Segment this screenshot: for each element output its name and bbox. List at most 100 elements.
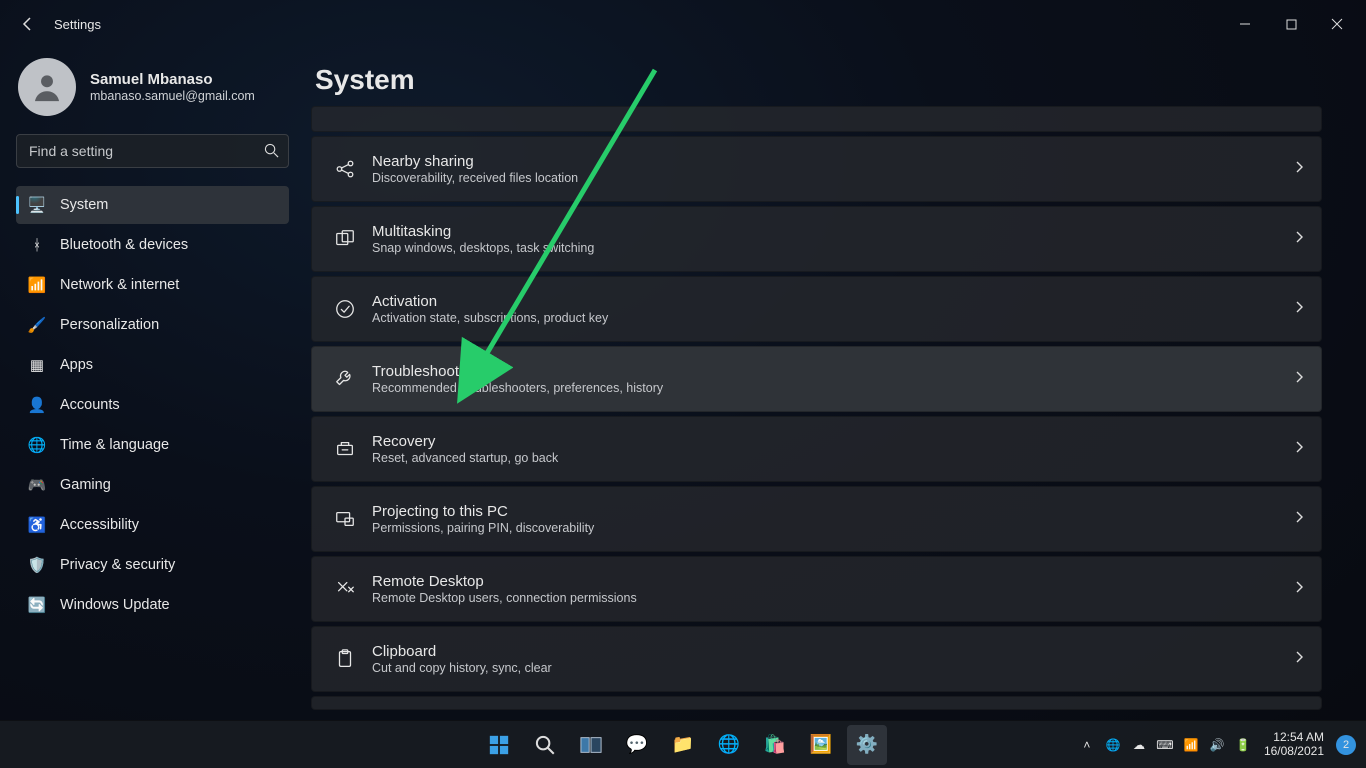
sidebar-item-windows-update[interactable]: 🔄 Windows Update bbox=[16, 586, 289, 624]
row-subtitle: Remote Desktop users, connection permiss… bbox=[372, 591, 1283, 605]
chevron-right-icon bbox=[1293, 300, 1305, 318]
sidebar-item-network-internet[interactable]: 📶 Network & internet bbox=[16, 266, 289, 304]
sidebar-item-label: Personalization bbox=[60, 317, 159, 333]
sidebar-item-apps[interactable]: ▦ Apps bbox=[16, 346, 289, 384]
explorer-button[interactable]: 📁 bbox=[663, 725, 703, 765]
tray-battery-icon[interactable]: 🔋 bbox=[1234, 738, 1252, 752]
settings-row-remote-desktop[interactable]: Remote DesktopRemote Desktop users, conn… bbox=[311, 556, 1322, 622]
row-title: Remote Desktop bbox=[372, 573, 1283, 590]
chevron-right-icon bbox=[1293, 510, 1305, 528]
tray-clock[interactable]: 12:54 AM 16/08/2021 bbox=[1264, 731, 1324, 759]
tray-date: 16/08/2021 bbox=[1264, 745, 1324, 759]
nav-icon: 🔄 bbox=[28, 596, 46, 614]
nav-icon: 🖥️ bbox=[28, 196, 46, 214]
settings-row-multitasking[interactable]: MultitaskingSnap windows, desktops, task… bbox=[311, 206, 1322, 272]
row-subtitle: Reset, advanced startup, go back bbox=[372, 451, 1283, 465]
row-title: Troubleshoot bbox=[372, 363, 1283, 380]
close-button[interactable] bbox=[1314, 9, 1360, 39]
chat-button[interactable]: 💬 bbox=[617, 725, 657, 765]
edge-button[interactable]: 🌐 bbox=[709, 725, 749, 765]
tray-wifi-icon[interactable]: 📶 bbox=[1182, 738, 1200, 752]
task-view-button[interactable] bbox=[571, 725, 611, 765]
sidebar-item-accounts[interactable]: 👤Accounts bbox=[16, 386, 289, 424]
tray-onedrive-icon[interactable]: ☁ bbox=[1130, 738, 1148, 752]
sidebar-item-label: Accessibility bbox=[60, 517, 139, 533]
minimize-button[interactable] bbox=[1222, 9, 1268, 39]
row-title: Nearby sharing bbox=[372, 153, 1283, 170]
row-subtitle: Activation state, subscriptions, product… bbox=[372, 311, 1283, 325]
sidebar-item-label: Windows Update bbox=[60, 597, 170, 613]
store-button[interactable]: 🛍️ bbox=[755, 725, 795, 765]
titlebar: Settings bbox=[0, 0, 1366, 48]
settings-row-projecting-to-this-pc[interactable]: Projecting to this PCPermissions, pairin… bbox=[311, 486, 1322, 552]
row-subtitle: Recommended troubleshooters, preferences… bbox=[372, 381, 1283, 395]
tray-keyboard-icon[interactable]: ⌨ bbox=[1156, 738, 1174, 752]
sidebar: Samuel Mbanaso mbanaso.samuel@gmail.com … bbox=[0, 48, 305, 720]
sidebar-item-label: Time & language bbox=[60, 437, 169, 453]
nav-icon: 🖌️ bbox=[28, 316, 46, 334]
app-button[interactable]: 🖼️ bbox=[801, 725, 841, 765]
sidebar-item-gaming[interactable]: 🎮Gaming bbox=[16, 466, 289, 504]
sidebar-item-label: Network & internet bbox=[60, 277, 179, 293]
row-subtitle: Discoverability, received files location bbox=[372, 171, 1283, 185]
settings-row-nearby-sharing[interactable]: Nearby sharingDiscoverability, received … bbox=[311, 136, 1322, 202]
row-subtitle: Snap windows, desktops, task switching bbox=[372, 241, 1283, 255]
sidebar-item-time-language[interactable]: 🌐Time & language bbox=[16, 426, 289, 464]
settings-row-cutoff[interactable] bbox=[311, 106, 1322, 132]
tray-time: 12:54 AM bbox=[1264, 731, 1324, 745]
row-title: Recovery bbox=[372, 433, 1283, 450]
row-title: Activation bbox=[372, 293, 1283, 310]
nav-icon: ▦ bbox=[28, 356, 46, 374]
settings-row-activation[interactable]: ActivationActivation state, subscription… bbox=[311, 276, 1322, 342]
chevron-right-icon bbox=[1293, 440, 1305, 458]
sidebar-item-bluetooth-devices[interactable]: ᚼ Bluetooth & devices bbox=[16, 226, 289, 264]
wrench-icon bbox=[332, 368, 358, 390]
user-email: mbanaso.samuel@gmail.com bbox=[90, 89, 255, 103]
search-icon bbox=[264, 143, 279, 163]
sidebar-item-personalization[interactable]: 🖌️ Personalization bbox=[16, 306, 289, 344]
taskbar-center: 💬 📁 🌐 🛍️ 🖼️ ⚙️ bbox=[479, 725, 887, 765]
nav-icon: ᚼ bbox=[28, 236, 46, 254]
search-box[interactable] bbox=[16, 134, 289, 168]
sidebar-item-label: Gaming bbox=[60, 477, 111, 493]
settings-row-troubleshoot[interactable]: TroubleshootRecommended troubleshooters,… bbox=[311, 346, 1322, 412]
user-name: Samuel Mbanaso bbox=[90, 71, 255, 88]
maximize-button[interactable] bbox=[1268, 9, 1314, 39]
settings-row-cutoff-bottom[interactable] bbox=[311, 696, 1322, 710]
search-input[interactable] bbox=[16, 134, 289, 168]
user-block[interactable]: Samuel Mbanaso mbanaso.samuel@gmail.com bbox=[18, 58, 289, 116]
settings-list[interactable]: Nearby sharingDiscoverability, received … bbox=[311, 106, 1328, 720]
sidebar-item-system[interactable]: 🖥️ System bbox=[16, 186, 289, 224]
chevron-right-icon bbox=[1293, 230, 1305, 248]
system-tray[interactable]: ˄ 🌐 ☁ ⌨ 📶 🔊 🔋 12:54 AM 16/08/2021 2 bbox=[1078, 731, 1366, 759]
nav-icon: 👤 bbox=[28, 396, 46, 414]
window-title: Settings bbox=[54, 17, 101, 32]
start-button[interactable] bbox=[479, 725, 519, 765]
taskbar-search-button[interactable] bbox=[525, 725, 565, 765]
sidebar-item-privacy-security[interactable]: 🛡️Privacy & security bbox=[16, 546, 289, 584]
remote-icon bbox=[332, 578, 358, 600]
notification-badge[interactable]: 2 bbox=[1336, 735, 1356, 755]
tray-lang-icon[interactable]: 🌐 bbox=[1104, 738, 1122, 752]
nav-icon: 📶 bbox=[28, 276, 46, 294]
back-button[interactable] bbox=[12, 8, 44, 40]
sidebar-item-label: System bbox=[60, 197, 108, 213]
sidebar-item-label: Bluetooth & devices bbox=[60, 237, 188, 253]
tray-volume-icon[interactable]: 🔊 bbox=[1208, 738, 1226, 752]
taskbar: 💬 📁 🌐 🛍️ 🖼️ ⚙️ ˄ 🌐 ☁ ⌨ 📶 🔊 🔋 12:54 AM 16… bbox=[0, 720, 1366, 768]
sidebar-item-label: Apps bbox=[60, 357, 93, 373]
main-panel: System Nearby sharingDiscoverability, re… bbox=[305, 48, 1366, 720]
check-icon bbox=[332, 298, 358, 320]
tray-chevron-icon[interactable]: ˄ bbox=[1078, 738, 1096, 752]
chevron-right-icon bbox=[1293, 580, 1305, 598]
share-icon bbox=[332, 158, 358, 180]
settings-row-recovery[interactable]: RecoveryReset, advanced startup, go back bbox=[311, 416, 1322, 482]
row-title: Multitasking bbox=[372, 223, 1283, 240]
chevron-right-icon bbox=[1293, 370, 1305, 388]
nav-icon: ♿ bbox=[28, 516, 46, 534]
settings-row-clipboard[interactable]: ClipboardCut and copy history, sync, cle… bbox=[311, 626, 1322, 692]
nav-list: 🖥️ System ᚼ Bluetooth & devices 📶 Network & i… bbox=[16, 186, 289, 624]
clip-icon bbox=[332, 648, 358, 670]
settings-app-button[interactable]: ⚙️ bbox=[847, 725, 887, 765]
sidebar-item-accessibility[interactable]: ♿ Accessibility bbox=[16, 506, 289, 544]
